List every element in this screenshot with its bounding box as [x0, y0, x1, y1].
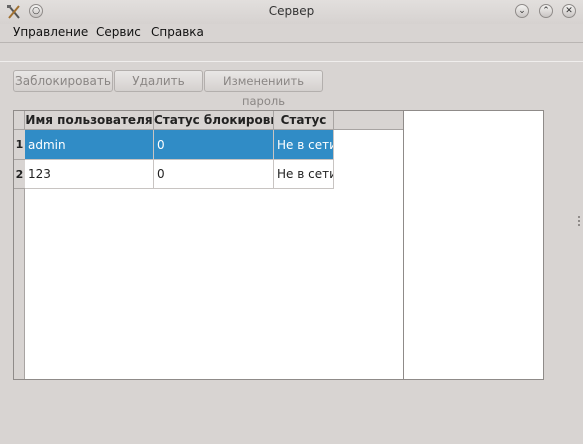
- table-header: Имя пользователя Статус блокировки Стату…: [25, 111, 403, 130]
- chevron-up-icon: ⌃: [542, 6, 550, 16]
- menu-control[interactable]: Управление: [13, 25, 88, 39]
- row-number[interactable]: 2: [14, 160, 25, 189]
- delete-button[interactable]: Удалить: [114, 70, 203, 92]
- toolbar-separator: [0, 42, 583, 62]
- lock-button[interactable]: Заблокировать: [13, 70, 113, 92]
- column-header-status[interactable]: Статус: [274, 111, 334, 130]
- menu-bar: Управление Сервис Справка: [0, 24, 583, 42]
- server-window: ○ Сервер ⌄ ⌃ ✕ Управление Сервис Справка…: [0, 0, 583, 444]
- close-icon: ✕: [565, 6, 573, 16]
- table-cell[interactable]: Не в сети: [274, 130, 334, 160]
- minimize-button[interactable]: ⌄: [515, 4, 529, 18]
- column-header-username[interactable]: Имя пользователя: [25, 111, 154, 130]
- window-title: Сервер: [268, 4, 315, 18]
- menu-service[interactable]: Сервис: [96, 25, 141, 39]
- title-bar[interactable]: ○ Сервер ⌄ ⌃ ✕: [0, 0, 583, 24]
- table-cell[interactable]: Не в сети: [274, 160, 334, 189]
- table-corner[interactable]: [14, 111, 25, 130]
- table-cell[interactable]: 0: [154, 160, 274, 189]
- close-button[interactable]: ✕: [562, 4, 576, 18]
- change-password-button[interactable]: Изменениить пароль: [204, 70, 323, 108]
- row-number[interactable]: 1: [14, 130, 25, 160]
- table-cell[interactable]: 123: [25, 160, 154, 189]
- chevron-down-icon: ⌄: [518, 6, 526, 16]
- splitter-handle[interactable]: [578, 216, 581, 228]
- maximize-button[interactable]: ⌃: [539, 4, 553, 18]
- table-cell[interactable]: admin: [25, 130, 154, 160]
- menu-help[interactable]: Справка: [151, 25, 204, 39]
- details-panel[interactable]: [404, 110, 544, 380]
- users-table[interactable]: Имя пользователя Статус блокировки Стату…: [13, 110, 404, 380]
- column-header-lock-status[interactable]: Статус блокировки: [154, 111, 274, 130]
- table-cell[interactable]: 0: [154, 130, 274, 160]
